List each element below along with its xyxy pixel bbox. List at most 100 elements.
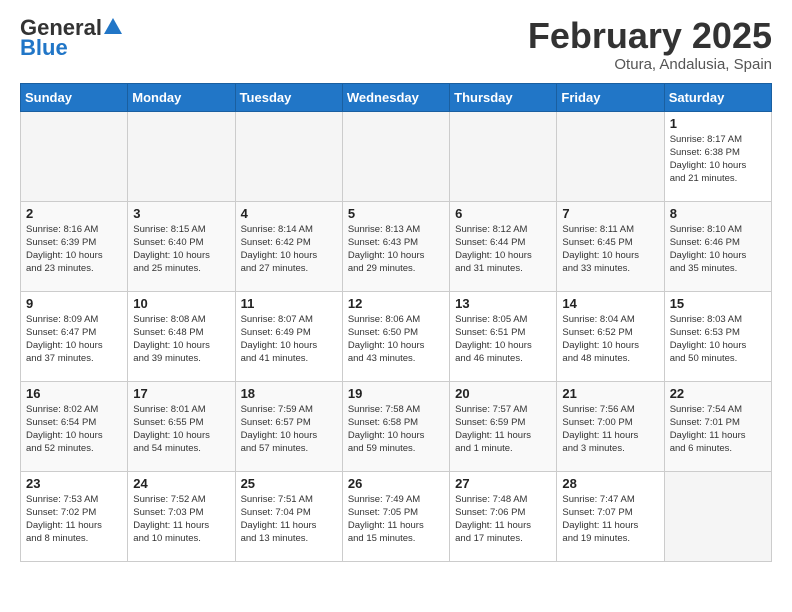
day-info: Sunrise: 8:15 AM Sunset: 6:40 PM Dayligh…: [133, 223, 229, 276]
calendar-cell: [128, 111, 235, 201]
calendar-cell: 14 Sunrise: 8:04 AM Sunset: 6:52 PM Dayli…: [557, 291, 664, 381]
day-number: 15: [670, 296, 766, 311]
calendar-cell: [450, 111, 557, 201]
day-info: Sunrise: 7:51 AM Sunset: 7:04 PM Dayligh…: [241, 493, 337, 546]
location: Otura, Andalusia, Spain: [528, 56, 772, 73]
calendar-cell: 7 Sunrise: 8:11 AM Sunset: 6:45 PM Daylig…: [557, 201, 664, 291]
day-info: Sunrise: 8:03 AM Sunset: 6:53 PM Dayligh…: [670, 313, 766, 366]
calendar-cell: 5Sunrise: 8:13 AM Sunset: 6:43 PM Daylig…: [342, 201, 449, 291]
week-row-5: 23Sunrise: 7:53 AM Sunset: 7:02 PM Dayli…: [21, 471, 772, 561]
day-number: 27: [455, 476, 551, 491]
day-number: 4: [241, 206, 337, 221]
day-info: Sunrise: 7:56 AM Sunset: 7:00 PM Dayligh…: [562, 403, 658, 456]
calendar-cell: [664, 471, 771, 561]
calendar-cell: 24Sunrise: 7:52 AM Sunset: 7:03 PM Dayli…: [128, 471, 235, 561]
day-number: 7: [562, 206, 658, 221]
day-info: Sunrise: 8:04 AM Sunset: 6:52 PM Dayligh…: [562, 313, 658, 366]
day-info: Sunrise: 8:16 AM Sunset: 6:39 PM Dayligh…: [26, 223, 122, 276]
day-number: 14: [562, 296, 658, 311]
header-right: February 2025 Otura, Andalusia, Spain: [528, 16, 772, 73]
day-info: Sunrise: 8:14 AM Sunset: 6:42 PM Dayligh…: [241, 223, 337, 276]
calendar-cell: 13 Sunrise: 8:05 AM Sunset: 6:51 PM Dayli…: [450, 291, 557, 381]
calendar-cell: 16 Sunrise: 8:02 AM Sunset: 6:54 PM Dayli…: [21, 381, 128, 471]
day-info: Sunrise: 8:01 AM Sunset: 6:55 PM Dayligh…: [133, 403, 229, 456]
weekday-header-row: Sunday Monday Tuesday Wednesday Thursday…: [21, 83, 772, 111]
header: General Blue February 2025 Otura, Andalu…: [20, 16, 772, 73]
day-number: 23: [26, 476, 122, 491]
calendar-cell: [557, 111, 664, 201]
day-info: Sunrise: 7:49 AM Sunset: 7:05 PM Dayligh…: [348, 493, 444, 546]
day-info: Sunrise: 8:13 AM Sunset: 6:43 PM Dayligh…: [348, 223, 444, 276]
calendar-cell: 21 Sunrise: 7:56 AM Sunset: 7:00 PM Dayli…: [557, 381, 664, 471]
day-number: 12: [348, 296, 444, 311]
calendar-cell: 10 Sunrise: 8:08 AM Sunset: 6:48 PM Dayli…: [128, 291, 235, 381]
calendar-cell: [235, 111, 342, 201]
day-number: 2: [26, 206, 122, 221]
header-saturday: Saturday: [664, 83, 771, 111]
day-info: Sunrise: 7:58 AM Sunset: 6:58 PM Dayligh…: [348, 403, 444, 456]
day-info: Sunrise: 8:07 AM Sunset: 6:49 PM Dayligh…: [241, 313, 337, 366]
calendar-cell: 18 Sunrise: 7:59 AM Sunset: 6:57 PM Dayli…: [235, 381, 342, 471]
header-thursday: Thursday: [450, 83, 557, 111]
day-number: 10: [133, 296, 229, 311]
calendar-cell: 27 Sunrise: 7:48 AM Sunset: 7:06 PM Dayli…: [450, 471, 557, 561]
calendar-cell: 9 Sunrise: 8:09 AM Sunset: 6:47 PM Daylig…: [21, 291, 128, 381]
calendar-cell: 4 Sunrise: 8:14 AM Sunset: 6:42 PM Daylig…: [235, 201, 342, 291]
day-number: 11: [241, 296, 337, 311]
day-info: Sunrise: 8:06 AM Sunset: 6:50 PM Dayligh…: [348, 313, 444, 366]
day-number: 19: [348, 386, 444, 401]
day-number: 13: [455, 296, 551, 311]
day-info: Sunrise: 7:48 AM Sunset: 7:06 PM Dayligh…: [455, 493, 551, 546]
day-info: Sunrise: 8:10 AM Sunset: 6:46 PM Dayligh…: [670, 223, 766, 276]
day-info: Sunrise: 7:59 AM Sunset: 6:57 PM Dayligh…: [241, 403, 337, 456]
page: General Blue February 2025 Otura, Andalu…: [0, 0, 792, 612]
calendar-cell: [342, 111, 449, 201]
day-info: Sunrise: 8:02 AM Sunset: 6:54 PM Dayligh…: [26, 403, 122, 456]
header-sunday: Sunday: [21, 83, 128, 111]
header-tuesday: Tuesday: [235, 83, 342, 111]
day-number: 18: [241, 386, 337, 401]
calendar-cell: 15 Sunrise: 8:03 AM Sunset: 6:53 PM Dayli…: [664, 291, 771, 381]
day-info: Sunrise: 8:12 AM Sunset: 6:44 PM Dayligh…: [455, 223, 551, 276]
day-info: Sunrise: 8:17 AM Sunset: 6:38 PM Dayligh…: [670, 133, 766, 186]
day-number: 21: [562, 386, 658, 401]
header-friday: Friday: [557, 83, 664, 111]
day-number: 17: [133, 386, 229, 401]
day-number: 26: [348, 476, 444, 491]
calendar-cell: 17 Sunrise: 8:01 AM Sunset: 6:55 PM Dayli…: [128, 381, 235, 471]
header-monday: Monday: [128, 83, 235, 111]
day-number: 25: [241, 476, 337, 491]
day-number: 6: [455, 206, 551, 221]
week-row-3: 9 Sunrise: 8:09 AM Sunset: 6:47 PM Daylig…: [21, 291, 772, 381]
day-info: Sunrise: 8:09 AM Sunset: 6:47 PM Dayligh…: [26, 313, 122, 366]
logo: General Blue: [20, 16, 122, 60]
calendar-cell: 26 Sunrise: 7:49 AM Sunset: 7:05 PM Dayli…: [342, 471, 449, 561]
day-info: Sunrise: 7:57 AM Sunset: 6:59 PM Dayligh…: [455, 403, 551, 456]
calendar: Sunday Monday Tuesday Wednesday Thursday…: [20, 83, 772, 562]
calendar-cell: 20 Sunrise: 7:57 AM Sunset: 6:59 PM Dayli…: [450, 381, 557, 471]
calendar-cell: 3Sunrise: 8:15 AM Sunset: 6:40 PM Daylig…: [128, 201, 235, 291]
calendar-cell: 19 Sunrise: 7:58 AM Sunset: 6:58 PM Dayli…: [342, 381, 449, 471]
day-number: 8: [670, 206, 766, 221]
calendar-cell: 12 Sunrise: 8:06 AM Sunset: 6:50 PM Dayli…: [342, 291, 449, 381]
calendar-cell: 11 Sunrise: 8:07 AM Sunset: 6:49 PM Dayli…: [235, 291, 342, 381]
day-number: 22: [670, 386, 766, 401]
day-info: Sunrise: 8:11 AM Sunset: 6:45 PM Dayligh…: [562, 223, 658, 276]
day-number: 9: [26, 296, 122, 311]
day-number: 20: [455, 386, 551, 401]
calendar-cell: 2 Sunrise: 8:16 AM Sunset: 6:39 PM Daylig…: [21, 201, 128, 291]
calendar-cell: 23Sunrise: 7:53 AM Sunset: 7:02 PM Dayli…: [21, 471, 128, 561]
day-info: Sunrise: 7:47 AM Sunset: 7:07 PM Dayligh…: [562, 493, 658, 546]
month-title: February 2025: [528, 16, 772, 56]
day-number: 16: [26, 386, 122, 401]
header-wednesday: Wednesday: [342, 83, 449, 111]
calendar-cell: [21, 111, 128, 201]
logo-icon: [104, 18, 122, 39]
calendar-cell: 6 Sunrise: 8:12 AM Sunset: 6:44 PM Daylig…: [450, 201, 557, 291]
day-info: Sunrise: 7:54 AM Sunset: 7:01 PM Dayligh…: [670, 403, 766, 456]
day-info: Sunrise: 8:08 AM Sunset: 6:48 PM Dayligh…: [133, 313, 229, 366]
week-row-1: 1Sunrise: 8:17 AM Sunset: 6:38 PM Daylig…: [21, 111, 772, 201]
week-row-4: 16 Sunrise: 8:02 AM Sunset: 6:54 PM Dayli…: [21, 381, 772, 471]
week-row-2: 2 Sunrise: 8:16 AM Sunset: 6:39 PM Daylig…: [21, 201, 772, 291]
day-info: Sunrise: 8:05 AM Sunset: 6:51 PM Dayligh…: [455, 313, 551, 366]
